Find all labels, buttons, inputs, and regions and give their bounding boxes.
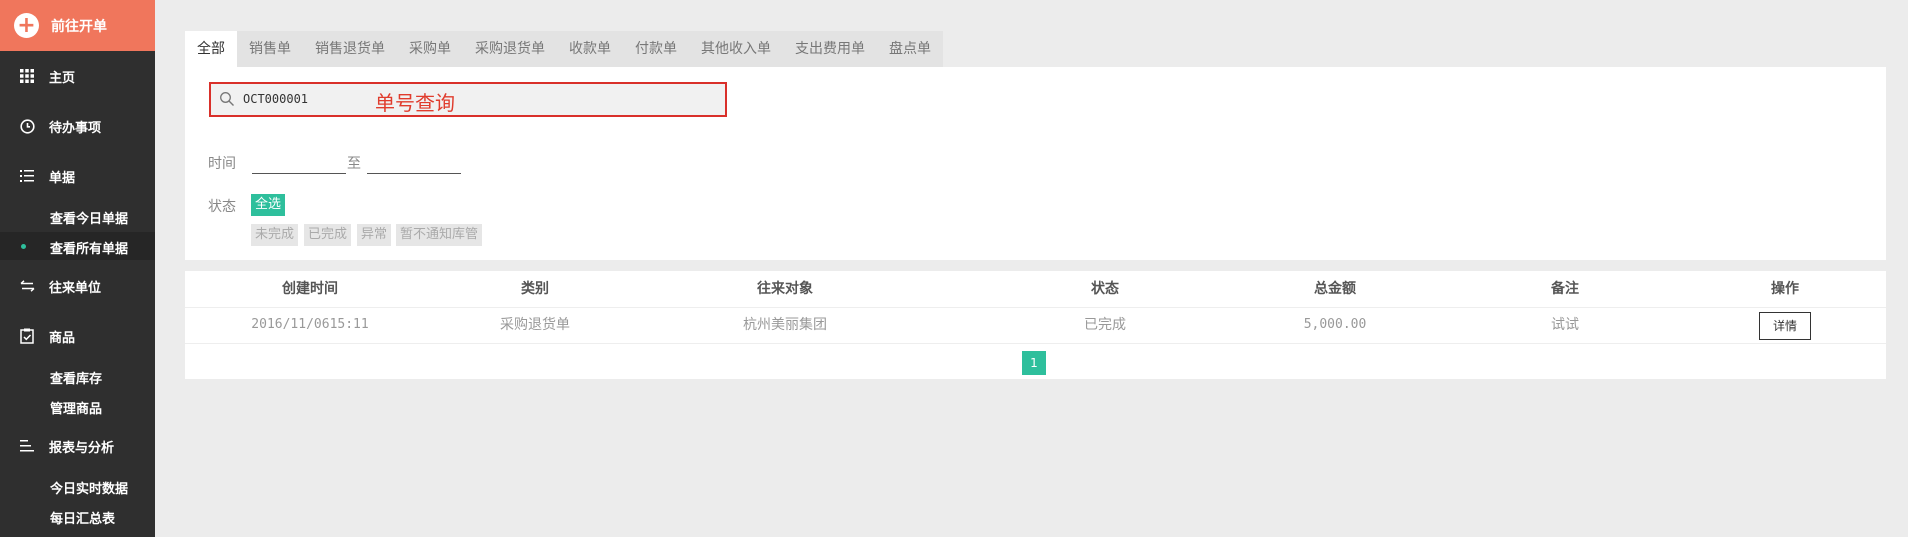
detail-button[interactable]: 详情 [1759,312,1811,340]
sidebar-subitem-docs-today[interactable]: 查看今日单据 [0,202,155,230]
exchange-icon [18,277,36,295]
search-icon [220,92,234,106]
sidebar-item-label: 报表与分析 [49,440,115,456]
partner-cell: 杭州美丽集团 [743,317,827,333]
column-header: 往来对象 [757,281,813,297]
tab-expense[interactable]: 支出费用单 [783,31,877,67]
sidebar-subitem-label: 今日实时数据 [50,482,129,497]
new-order-label: 前往开单 [51,19,107,35]
tab-all[interactable]: 全部 [185,31,237,67]
tab-stocktake[interactable]: 盘点单 [877,31,943,67]
filter-panel: 单号查询 时间 至 状态 全选 未完成 已完成 异常 暂不通知库管 [185,67,1886,260]
sidebar-item-goods[interactable]: 商品 [0,322,155,350]
status-chip-completed[interactable]: 已完成 [304,224,352,246]
sidebar-item-label: 单据 [49,170,76,186]
sidebar-item-label: 主页 [49,70,76,86]
amount-cell: 5,000.00 [1303,317,1367,332]
clipboard-check-icon [18,327,36,345]
tab-other-income[interactable]: 其他收入单 [689,31,783,67]
sidebar-item-todo[interactable]: 待办事项 [0,112,155,140]
new-order-button[interactable]: + 前往开单 [0,0,155,51]
tab-payment[interactable]: 付款单 [623,31,689,67]
sidebar-item-label: 往来单位 [49,280,102,296]
search-annotation: 单号查询 [375,91,455,115]
remark-cell: 试试 [1551,317,1579,333]
status-chip-all[interactable]: 全选 [251,194,286,216]
clock-icon [18,117,36,135]
sidebar-subitem-label: 查看库存 [50,372,103,387]
active-dot-icon [21,244,26,249]
sidebar-subitem-report-today[interactable]: 今日实时数据 [0,472,155,500]
status-cell: 已完成 [1084,317,1126,333]
sidebar-item-partners[interactable]: 往来单位 [0,272,155,300]
grid-icon [18,67,36,85]
sidebar-item-reports[interactable]: 报表与分析 [0,432,155,460]
order-search-box: 单号查询 [209,82,727,117]
start-date-input[interactable] [252,149,346,174]
search-input[interactable] [243,88,333,110]
column-header: 备注 [1551,281,1579,297]
sidebar-subitem-label: 每日汇总表 [50,512,116,527]
to-label: 至 [347,156,361,172]
table-row: 2016/11/0615:11 采购退货单 杭州美丽集团 已完成 5,000.0… [185,307,1886,344]
end-date-input[interactable] [367,149,461,174]
orders-table: 创建时间 类别 往来对象 状态 总金额 备注 操作 2016/11/0615:1… [185,271,1886,379]
table-header: 创建时间 类别 往来对象 状态 总金额 备注 操作 [185,271,1886,308]
column-header: 创建时间 [282,281,338,297]
time-label: 时间 [208,156,236,172]
pagination-page-1[interactable]: 1 [1022,351,1046,375]
sidebar-item-docs[interactable]: 单据 [0,162,155,190]
tab-sales[interactable]: 销售单 [237,31,303,67]
sidebar-item-label: 商品 [49,330,76,346]
status-chip-incomplete[interactable]: 未完成 [251,224,299,246]
tab-purchase[interactable]: 采购单 [397,31,463,67]
report-icon [18,437,36,455]
status-chip-no-notify[interactable]: 暂不通知库管 [396,224,483,246]
doc-type-tabs: 全部 销售单 销售退货单 采购单 采购退货单 收款单 付款单 其他收入单 支出费… [185,31,943,67]
sidebar: + 前往开单 主页 待办事项 单据 查看今日单据 查看所有单据 往来单位 商品 … [0,0,155,537]
sidebar-subitem-docs-all[interactable]: 查看所有单据 [0,232,155,260]
column-header: 总金额 [1314,281,1356,297]
status-chip-exception[interactable]: 异常 [357,224,392,246]
column-header: 类别 [521,281,549,297]
status-label: 状态 [208,199,236,215]
category-cell: 采购退货单 [500,317,570,333]
list-icon [18,167,36,185]
column-header: 状态 [1091,281,1119,297]
plus-icon: + [14,13,39,38]
sidebar-subitem-stock-view[interactable]: 查看库存 [0,362,155,390]
tab-sales-return[interactable]: 销售退货单 [303,31,397,67]
sidebar-subitem-report-daily[interactable]: 每日汇总表 [0,502,155,530]
sidebar-item-home[interactable]: 主页 [0,62,155,90]
sidebar-subitem-goods-manage[interactable]: 管理商品 [0,392,155,420]
sidebar-item-label: 待办事项 [49,120,102,136]
sidebar-subitem-label: 查看今日单据 [50,212,129,227]
column-header: 操作 [1771,281,1799,297]
tab-purchase-return[interactable]: 采购退货单 [463,31,557,67]
sidebar-subitem-label: 管理商品 [50,402,103,417]
tab-receipt[interactable]: 收款单 [557,31,623,67]
sidebar-subitem-label: 查看所有单据 [50,242,129,257]
created-cell: 2016/11/0615:11 [251,317,369,332]
action-cell: 详情 [1735,307,1835,343]
